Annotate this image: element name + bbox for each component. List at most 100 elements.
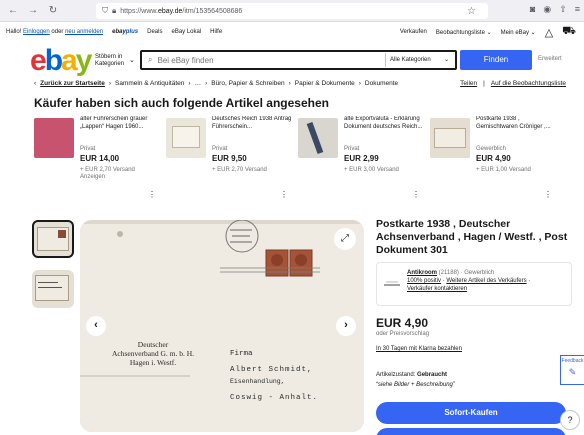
deals-link[interactable]: Deals <box>147 29 162 35</box>
secondary-action-button[interactable] <box>376 428 566 435</box>
related-item[interactable]: alter Führerschein grauer „Lappen“ Hagen… <box>34 116 162 204</box>
browser-toolbar: ← → ↻ ⛉ 🔒︎ https://www. ebay.de/itm/15356… <box>0 0 584 22</box>
main-item-image[interactable]: Deutscher Achsenverband G. m. b. H. Hage… <box>80 220 364 432</box>
url-domain: ebay.de <box>158 7 183 15</box>
seller-score: (21188) · Gewerblich <box>438 270 495 276</box>
best-offer-label: oder Preisvorschlag <box>376 331 430 337</box>
share-link[interactable]: Teilen <box>460 80 477 87</box>
ebay-local-link[interactable]: eBay Lokal <box>171 29 201 35</box>
address-line: Coswig - Anhalt. <box>230 394 319 402</box>
sell-link[interactable]: Verkaufen <box>400 29 427 35</box>
thumbnail-image[interactable] <box>32 220 74 258</box>
sender-line: Deutscher <box>137 340 169 349</box>
account-icon[interactable]: ◉ <box>543 4 551 15</box>
back-arrow-icon[interactable]: ← <box>6 5 20 16</box>
seller-name-link[interactable]: Antikroom <box>407 270 437 276</box>
next-image-button[interactable]: › <box>336 316 356 336</box>
seller-feedback-link[interactable]: 100% positiv <box>407 278 441 284</box>
related-item-shipping: + EUR 3,00 Versand <box>344 166 399 173</box>
related-item-image[interactable] <box>298 118 338 158</box>
watchlist-link[interactable]: Auf die Beobachtungsliste <box>491 80 566 87</box>
address-line: Albert Schmidt, <box>230 366 313 374</box>
related-item[interactable]: Postkarte 1938 , Gemischtwaren Cröniger … <box>430 116 558 204</box>
shop-by-category[interactable]: Stöbern in Kategorien ⌄ <box>95 54 135 68</box>
greeting: Hallo! <box>6 29 22 35</box>
back-chevron-icon[interactable]: ‹ <box>34 80 36 87</box>
pocket-icon[interactable]: ◙ <box>530 4 535 15</box>
address-bar[interactable]: ⛉ 🔒︎ https://www. ebay.de/itm/15356450868… <box>96 3 488 19</box>
address-line: Firma <box>230 350 253 358</box>
extensions-icon[interactable]: ⇧ <box>559 4 567 15</box>
related-item-image[interactable] <box>166 118 206 158</box>
or-text: oder <box>51 29 64 35</box>
back-to-home-link[interactable]: Zurück zur Startseite <box>40 80 105 87</box>
help-link[interactable]: Hilfe <box>210 29 222 35</box>
klarna-link[interactable]: In 30 Tagen mit Klarna bezahlen <box>376 346 462 352</box>
find-button[interactable]: Finden <box>460 50 532 70</box>
bell-icon[interactable]: △ <box>545 26 553 39</box>
related-item-title[interactable]: Postkarte 1938 , Gemischtwaren Cröniger … <box>476 116 558 146</box>
more-options-icon[interactable]: ⋮ <box>412 190 420 199</box>
breadcrumb-item[interactable]: Dokumente <box>365 80 398 87</box>
breadcrumb-ellipsis[interactable]: … <box>195 80 202 87</box>
breadcrumb-item[interactable]: Büro, Papier & Schreiben <box>211 80 284 87</box>
register-link[interactable]: neu anmelden <box>65 29 103 35</box>
my-ebay-menu[interactable]: Mein eBay ⌄ <box>501 29 536 36</box>
related-item-shipping: + EUR 2,70 Versand <box>80 166 135 173</box>
seller-logo[interactable] <box>383 277 401 289</box>
related-item-image[interactable] <box>430 118 470 158</box>
thumbnail-column <box>32 220 74 320</box>
advanced-search-link[interactable]: Erweitert <box>538 56 562 62</box>
divider: | <box>483 80 485 87</box>
related-item-image[interactable] <box>34 118 74 158</box>
search-bar: ⌕ Alle Kategorien ⌄ <box>140 50 457 70</box>
more-options-icon[interactable]: ⋮ <box>280 190 288 199</box>
cart-icon[interactable]: ⛟ <box>562 25 576 39</box>
related-item-condition: Gewerblich <box>476 146 507 152</box>
related-item-shipping: + EUR 1,00 Versand <box>476 166 531 173</box>
related-item-title[interactable]: Deutsches Reich 1938 Antrag Führerschein… <box>212 116 294 146</box>
related-item-price: EUR 14,00 <box>80 153 120 163</box>
watchlist-menu[interactable]: Beobachtungsliste ⌄ <box>436 29 492 36</box>
previous-image-button[interactable]: ‹ <box>86 316 106 336</box>
site-header: ebay Stöbern in Kategorien ⌄ ⌕ Alle Kate… <box>0 44 584 78</box>
forward-arrow-icon[interactable]: → <box>26 5 40 16</box>
related-item-condition: Privat <box>212 146 228 152</box>
postcard-shape <box>434 128 466 148</box>
related-item[interactable]: alte Exportvaluta - Erklärung Dokument d… <box>298 116 426 204</box>
breadcrumb-separator: › <box>108 80 112 87</box>
more-options-icon[interactable]: ⋮ <box>544 190 552 199</box>
feedback-tab[interactable]: Feedback ✎ <box>560 355 584 385</box>
breadcrumb-separator: › <box>188 80 191 87</box>
document-shape <box>172 126 200 148</box>
feedback-label: Feedback <box>561 358 584 364</box>
thumbnail-image[interactable] <box>32 270 74 308</box>
postcard-sender: Deutscher Achsenverband G. m. b. H. Hage… <box>98 340 208 367</box>
ebay-logo[interactable]: ebay <box>30 46 92 76</box>
buy-now-button[interactable]: Sofort-Kaufen <box>376 402 566 424</box>
bookmark-star-icon[interactable]: ☆ <box>467 6 476 17</box>
category-dropdown[interactable]: Alle Kategorien ⌄ <box>385 53 451 67</box>
breadcrumb-separator: › <box>205 80 208 87</box>
contact-seller-link[interactable]: Verkäufer kontaktieren <box>407 286 467 292</box>
sender-line: Achsenverband G. m. b. H. <box>111 349 195 358</box>
related-item-title[interactable]: alter Führerschein grauer „Lappen“ Hagen… <box>80 116 162 146</box>
related-item-title[interactable]: alte Exportvaluta - Erklärung Dokument d… <box>344 116 426 146</box>
ebay-plus-link[interactable]: ebayplus <box>112 29 138 35</box>
postcard-address: Firma Albert Schmidt, Eisenhandlung, Cos… <box>230 348 360 404</box>
top-nav: Hallo! Einloggen oder neu anmelden ebayp… <box>0 24 584 40</box>
more-options-icon[interactable]: ⋮ <box>148 190 156 199</box>
breadcrumb-item[interactable]: Papier & Dokumente <box>295 80 355 87</box>
search-input[interactable] <box>157 55 388 65</box>
expand-icon[interactable]: ⤢ <box>334 228 356 250</box>
breadcrumb-item[interactable]: Sammeln & Antiquitäten <box>115 80 184 87</box>
menu-icon[interactable]: ≡ <box>575 4 580 15</box>
sign-in-link[interactable]: Einloggen <box>23 29 50 35</box>
help-button[interactable]: ? <box>560 410 580 430</box>
seller-items-link[interactable]: Weitere Artikel des Verkäufers <box>446 278 526 284</box>
item-actions: Teilen | Auf die Beobachtungsliste <box>460 80 566 87</box>
chevron-down-icon: ⌄ <box>129 57 135 64</box>
reload-icon[interactable]: ↻ <box>46 5 60 16</box>
condition-note: “siehe Bilder + Beschreibung” <box>376 382 455 388</box>
related-item[interactable]: Deutsches Reich 1938 Antrag Führerschein… <box>166 116 294 204</box>
